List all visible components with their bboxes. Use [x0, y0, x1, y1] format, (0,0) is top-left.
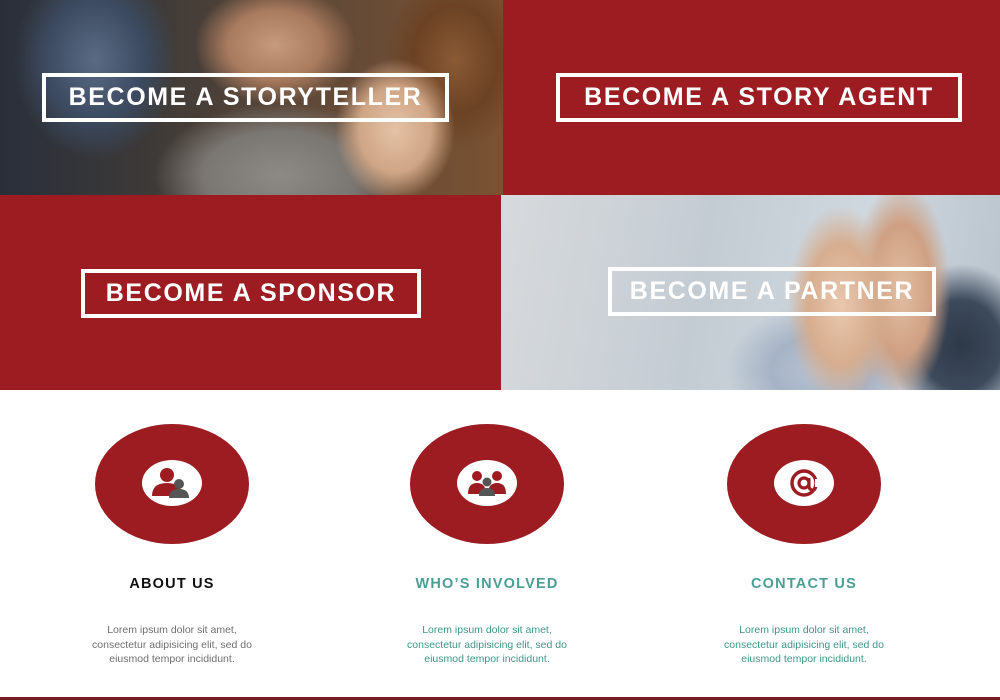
people-icon — [457, 460, 517, 506]
story-agent-tile[interactable]: BECOME A STORY AGENT — [503, 0, 1000, 195]
storyteller-tile[interactable]: BECOME A STORYTELLER — [0, 0, 503, 195]
at-sign-icon — [774, 460, 834, 506]
user-group-icon — [142, 460, 202, 506]
contact-us-title: CONTACT US — [751, 576, 857, 592]
become-partner-button[interactable]: BECOME A PARTNER — [608, 267, 936, 316]
whos-involved-icon-button[interactable] — [410, 424, 564, 544]
contact-us-text: Lorem ipsum dolor sit amet, consectetur … — [724, 624, 884, 665]
become-storyteller-button[interactable]: BECOME A STORYTELLER — [42, 73, 449, 122]
become-sponsor-button[interactable]: BECOME A SPONSOR — [81, 269, 421, 318]
about-us-icon-button[interactable] — [95, 424, 249, 544]
about-us-title: ABOUT US — [129, 576, 215, 592]
whos-involved-text: Lorem ipsum dolor sit amet, consectetur … — [407, 624, 567, 665]
contact-us-icon-button[interactable] — [727, 424, 881, 544]
about-us-text: Lorem ipsum dolor sit amet, consectetur … — [92, 624, 252, 665]
become-story-agent-button[interactable]: BECOME A STORY AGENT — [556, 73, 962, 122]
partner-tile[interactable]: BECOME A PARTNER — [501, 195, 1000, 390]
sponsor-tile[interactable]: BECOME A SPONSOR — [0, 195, 501, 390]
whos-involved-title: WHO’S INVOLVED — [415, 576, 559, 592]
